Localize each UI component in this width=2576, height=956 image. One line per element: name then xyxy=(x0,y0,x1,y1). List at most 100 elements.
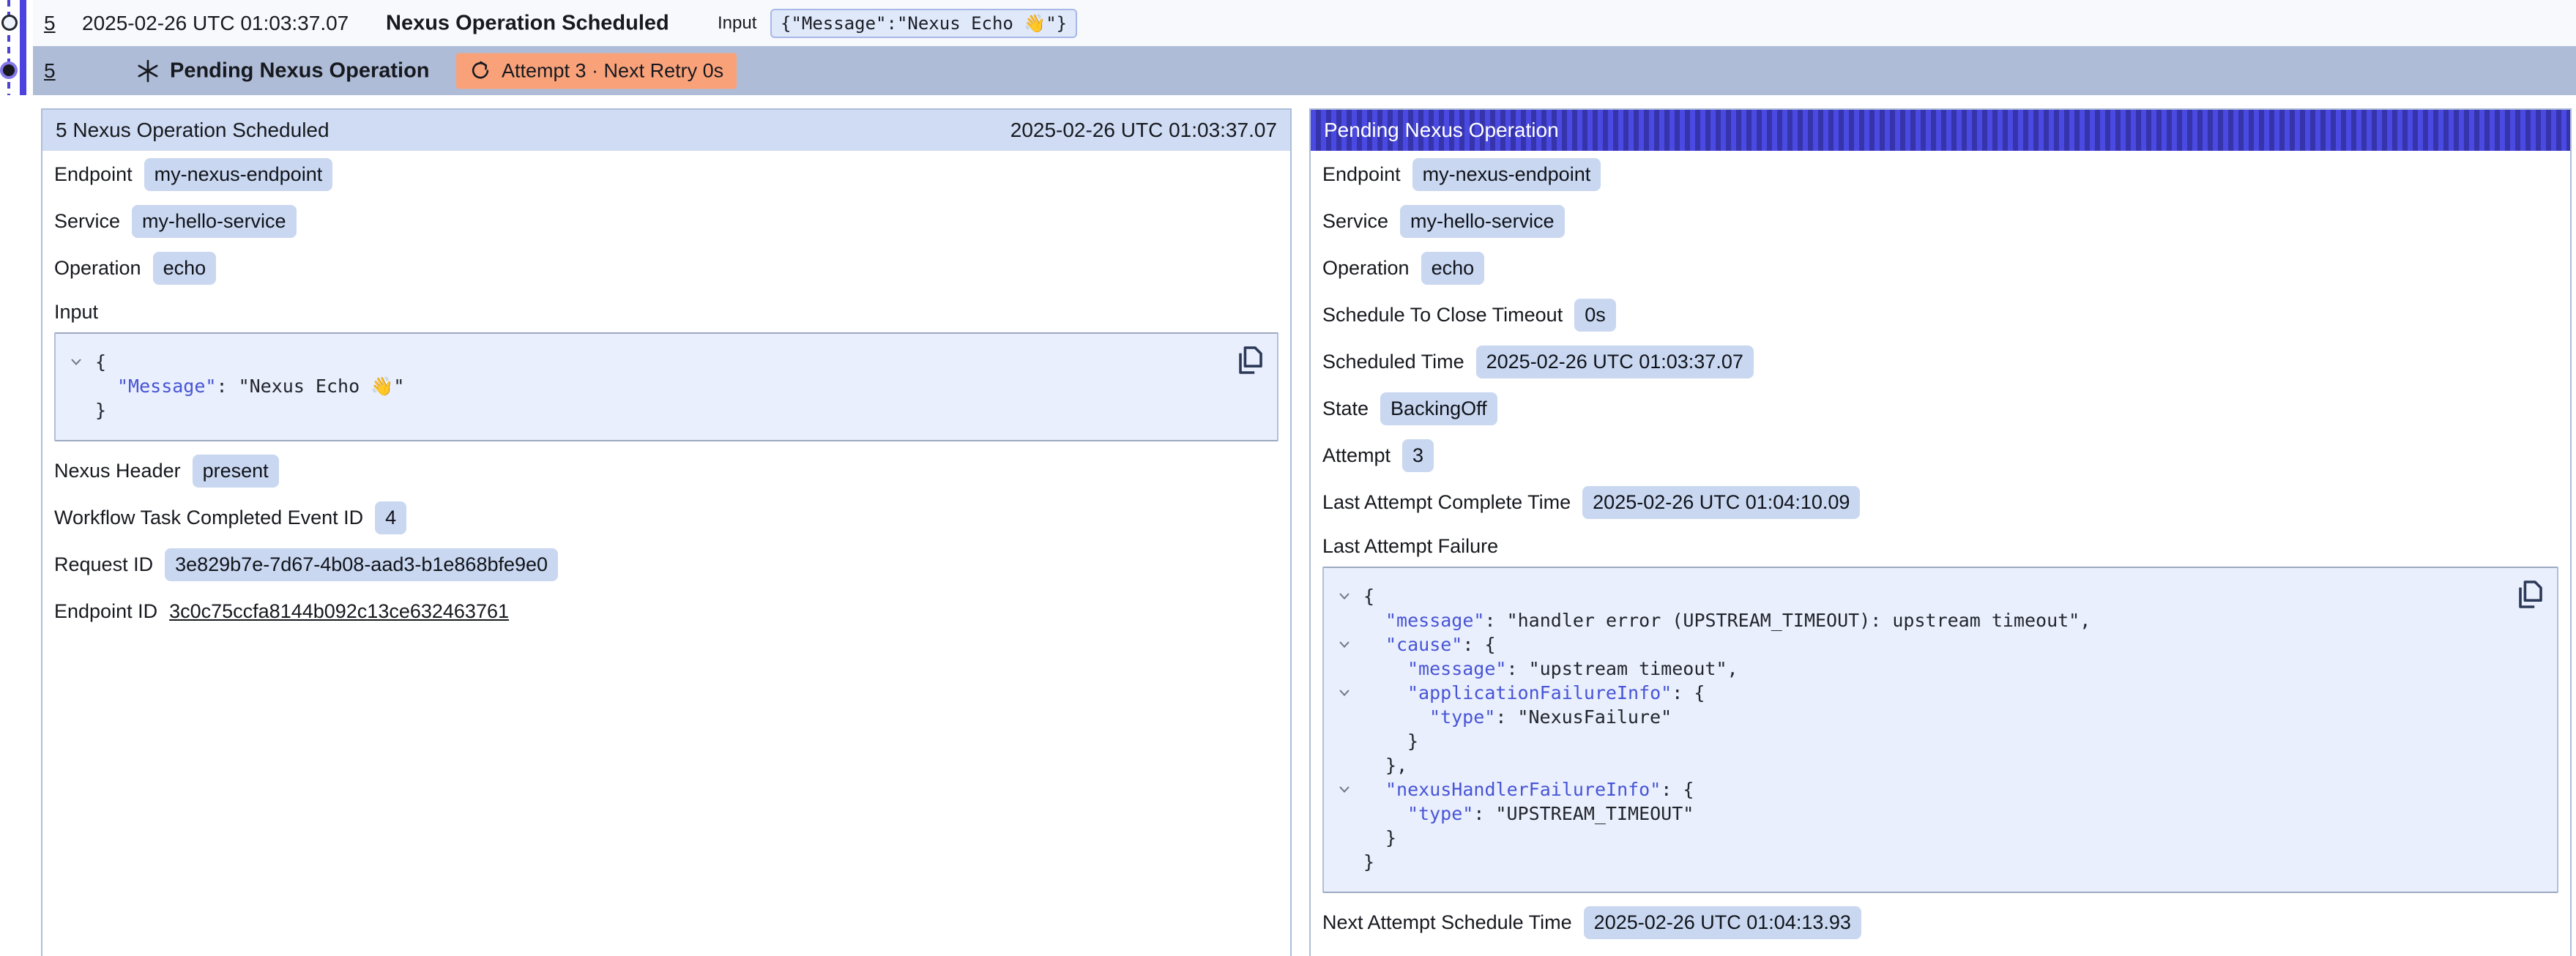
json-text: : "handler error (UPSTREAM_TIMEOUT): ups… xyxy=(1484,610,2091,631)
pending-operation-panel: Pending Nexus Operation Endpointmy-nexus… xyxy=(1309,108,2572,956)
collapse-chevron-icon[interactable] xyxy=(1333,689,1363,697)
field-value-badge: 4 xyxy=(375,501,406,534)
field-label: Request ID xyxy=(54,553,153,576)
field-service: Servicemy-hello-service xyxy=(1322,203,2558,239)
field-endpoint: Endpointmy-nexus-endpoint xyxy=(54,157,1278,192)
field-operation: Operationecho xyxy=(1322,250,2558,285)
field-label: Input xyxy=(54,301,98,324)
field-label: Scheduled Time xyxy=(1322,351,1464,373)
code-line: "applicationFailureInfo": { xyxy=(1333,681,2506,705)
panel-title: 5 Nexus Operation Scheduled xyxy=(56,119,330,142)
field-value-badge: present xyxy=(193,455,279,488)
json-text: { xyxy=(1363,586,1374,607)
code-line: } xyxy=(1333,826,2506,850)
pending-operation-panel-body: Endpointmy-nexus-endpoint Servicemy-hello… xyxy=(1311,151,2570,956)
collapse-chevron-icon[interactable] xyxy=(64,358,95,366)
field-value-badge: echo xyxy=(153,252,217,285)
field-endpoint-id: Endpoint ID 3c0c75ccfa8144b092c13ce632463… xyxy=(54,594,1278,629)
json-key: "Message" xyxy=(117,376,216,397)
field-label: Last Attempt Complete Time xyxy=(1322,491,1571,514)
event-detail-panel-body: Endpointmy-nexus-endpoint Servicemy-hello… xyxy=(42,151,1290,658)
field-value-badge: BackingOff xyxy=(1380,392,1497,425)
code-line: "message": "upstream timeout", xyxy=(1333,657,2506,681)
selection-accent-bar xyxy=(20,0,26,95)
json-key: "type" xyxy=(1429,706,1495,728)
retry-icon xyxy=(469,60,491,82)
collapse-chevron-icon[interactable] xyxy=(1333,641,1363,649)
event-row-pending-nexus-operation[interactable]: 5 Pending Nexus Operation Attempt 3 · Ne… xyxy=(33,46,2576,95)
json-text: } xyxy=(1385,827,1396,848)
panel-timestamp: 2025-02-26 UTC 01:03:37.07 xyxy=(1010,119,1277,142)
event-id-link[interactable]: 5 xyxy=(44,12,56,35)
field-last-attempt-complete-time: Last Attempt Complete Time2025-02-26 UTC… xyxy=(1322,485,2558,520)
field-value-badge: 2025-02-26 UTC 01:03:37.07 xyxy=(1476,346,1754,378)
active-event-marker-icon xyxy=(3,64,15,76)
event-input-value-chip: {"Message":"Nexus Echo 👋"} xyxy=(770,9,1077,38)
retry-badge-label: Attempt 3 · Next Retry 0s xyxy=(502,59,723,82)
panel-title: Pending Nexus Operation xyxy=(1324,119,1559,142)
retry-badge: Attempt 3 · Next Retry 0s xyxy=(456,53,737,89)
pending-event-id-link[interactable]: 5 xyxy=(44,59,56,83)
code-line: "type": "NexusFailure" xyxy=(1333,705,2506,729)
event-detail-panel: 5 Nexus Operation Scheduled 2025-02-26 U… xyxy=(41,108,1292,956)
field-label: Endpoint ID xyxy=(54,600,157,623)
field-label: Service xyxy=(54,210,120,233)
code-line: } xyxy=(64,398,1226,422)
json-text: : "UPSTREAM_TIMEOUT" xyxy=(1473,803,1694,824)
json-key: "message" xyxy=(1385,610,1484,631)
event-marker-circle-icon xyxy=(1,15,18,31)
field-value-link[interactable]: 3c0c75ccfa8144b092c13ce632463761 xyxy=(169,600,509,623)
pending-event-title: Pending Nexus Operation xyxy=(170,59,430,83)
code-line: }, xyxy=(1333,753,2506,777)
field-nexus-header: Nexus Headerpresent xyxy=(54,453,1278,488)
json-text: : "NexusFailure" xyxy=(1495,706,1672,728)
json-text: : { xyxy=(1462,634,1495,655)
json-text: : { xyxy=(1661,779,1694,800)
json-key: "applicationFailureInfo" xyxy=(1407,682,1672,703)
json-text: : { xyxy=(1672,682,1705,703)
json-code-block: {"Message": "Nexus Echo 👋"} xyxy=(54,332,1278,441)
json-text: }, xyxy=(1385,755,1407,776)
field-value-badge: 3 xyxy=(1402,439,1434,472)
field-schedule-to-close-timeout: Schedule To Close Timeout 0s xyxy=(1322,297,2558,332)
collapse-chevron-icon[interactable] xyxy=(1333,592,1363,600)
json-key: "message" xyxy=(1407,658,1506,679)
field-operation: Operation echo xyxy=(54,250,1278,285)
event-title: Nexus Operation Scheduled xyxy=(386,11,669,35)
json-text: } xyxy=(1407,731,1418,752)
field-value-badge: my-hello-service xyxy=(1400,205,1565,238)
code-line: "Message": "Nexus Echo 👋" xyxy=(64,374,1226,398)
field-next-attempt-schedule-time: Next Attempt Schedule Time2025-02-26 UTC… xyxy=(1322,905,2558,940)
json-text: : "upstream timeout", xyxy=(1506,658,1738,679)
code-line: } xyxy=(1333,729,2506,753)
copy-icon[interactable] xyxy=(1235,344,1265,378)
field-request-id: Request ID3e829b7e-7d67-4b08-aad3-b1e868… xyxy=(54,547,1278,582)
json-key: "cause" xyxy=(1385,634,1462,655)
field-value-badge: my-nexus-endpoint xyxy=(144,158,333,191)
field-endpoint: Endpointmy-nexus-endpoint xyxy=(1322,157,2558,192)
json-text: } xyxy=(1363,851,1374,873)
event-history-view: 5 2025-02-26 UTC 01:03:37.07 Nexus Opera… xyxy=(0,0,2576,956)
code-line: "message": "handler error (UPSTREAM_TIME… xyxy=(1333,608,2506,632)
event-row-nexus-operation-scheduled[interactable]: 5 2025-02-26 UTC 01:03:37.07 Nexus Opera… xyxy=(33,0,2576,46)
event-timestamp: 2025-02-26 UTC 01:03:37.07 xyxy=(82,12,349,35)
field-label: Operation xyxy=(54,257,141,280)
field-label: Schedule To Close Timeout xyxy=(1322,304,1563,326)
field-label: Attempt xyxy=(1322,444,1391,467)
field-label: Operation xyxy=(1322,257,1410,280)
field-attempt: Attempt 3 xyxy=(1322,438,2558,473)
field-label: Endpoint xyxy=(1322,163,1401,186)
field-workflow-task-completed-event-id: Workflow Task Completed Event ID4 xyxy=(54,500,1278,535)
copy-icon[interactable] xyxy=(2514,578,2545,612)
code-line: "nexusHandlerFailureInfo": { xyxy=(1333,777,2506,802)
field-value-badge: 0s xyxy=(1574,299,1616,332)
field-input: Input xyxy=(54,297,1278,326)
code-line: "type": "UPSTREAM_TIMEOUT" xyxy=(1333,802,2506,826)
collapse-chevron-icon[interactable] xyxy=(1333,785,1363,793)
field-scheduled-time: Scheduled Time 2025-02-26 UTC 01:03:37.07 xyxy=(1322,344,2558,379)
field-value-badge: 2025-02-26 UTC 01:04:13.93 xyxy=(1584,906,1861,939)
field-service: Servicemy-hello-service xyxy=(54,203,1278,239)
json-key: "nexusHandlerFailureInfo" xyxy=(1385,779,1661,800)
pending-asterisk-icon xyxy=(135,59,160,83)
json-text: { xyxy=(95,351,106,373)
